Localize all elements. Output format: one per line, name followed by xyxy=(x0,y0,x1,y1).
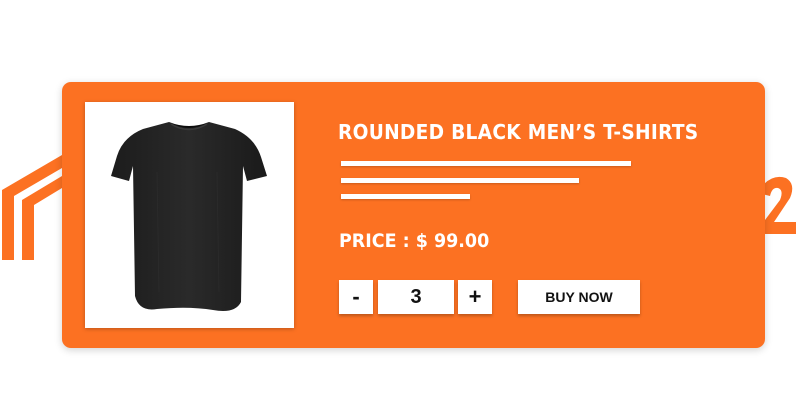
t-shirt-icon xyxy=(111,122,267,311)
background-logo-right-icon xyxy=(762,176,796,234)
description-line-2 xyxy=(341,178,579,183)
product-card: ROUNDED BLACK MEN’S T-SHIRTS PRICE : $ 9… xyxy=(62,82,765,348)
product-title: ROUNDED BLACK MEN’S T-SHIRTS xyxy=(338,120,699,144)
product-price: PRICE : $ 99.00 xyxy=(339,230,490,252)
description-line-3 xyxy=(341,194,470,199)
quantity-decrement-button[interactable]: - xyxy=(339,280,373,314)
quantity-increment-button[interactable]: + xyxy=(458,280,492,314)
buy-now-button[interactable]: BUY NOW xyxy=(518,280,640,314)
background-logo-left-icon xyxy=(2,155,62,260)
quantity-value[interactable]: 3 xyxy=(378,280,454,314)
product-image[interactable] xyxy=(85,102,294,328)
description-line-1 xyxy=(341,161,631,166)
